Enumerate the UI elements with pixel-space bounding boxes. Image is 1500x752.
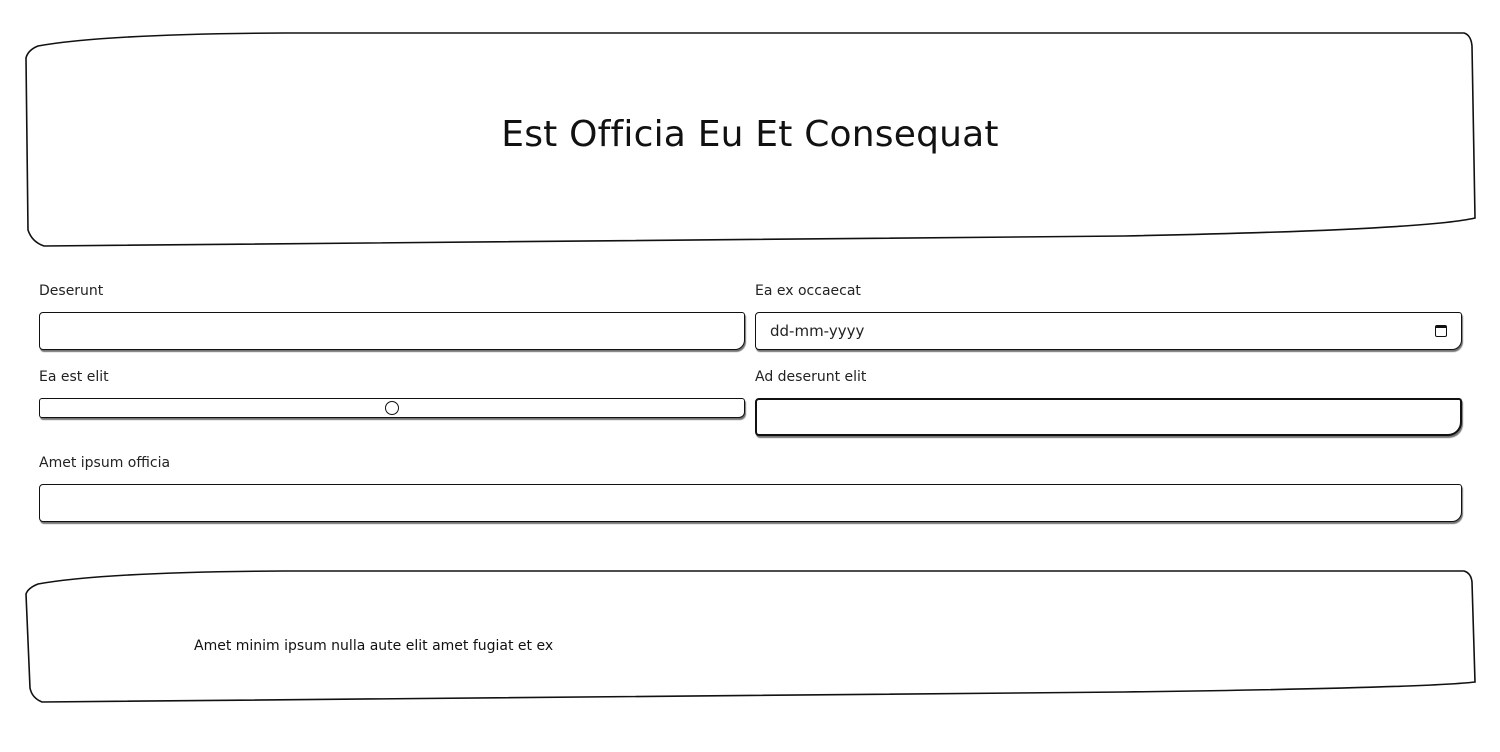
date-placeholder: dd-mm-yyyy: [770, 322, 865, 340]
footer-text: Amet minim ipsum nulla aute elit amet fu…: [194, 638, 554, 654]
range-slider-thumb[interactable]: [385, 401, 399, 415]
page: Est Officia Eu Et Consequat Deserunt Ea …: [0, 0, 1500, 752]
deserunt-label: Deserunt: [39, 283, 104, 299]
header-panel: Est Officia Eu Et Consequat: [24, 32, 1476, 248]
amet-ipsum-officia-input[interactable]: [39, 484, 1462, 522]
deserunt-input[interactable]: [39, 312, 745, 350]
date-input[interactable]: dd-mm-yyyy: [755, 312, 1462, 350]
calendar-icon[interactable]: [1435, 325, 1447, 337]
footer-panel: Amet minim ipsum nulla aute elit amet fu…: [24, 570, 1476, 704]
footer-sketch-border: [25, 570, 1476, 703]
ea-est-elit-label: Ea est elit: [39, 369, 109, 385]
amet-ipsum-officia-label: Amet ipsum officia: [39, 455, 171, 471]
ea-ex-occaecat-label: Ea ex occaecat: [755, 283, 861, 299]
ad-deserunt-elit-input[interactable]: [755, 398, 1462, 436]
page-title: Est Officia Eu Et Consequat: [501, 114, 999, 155]
ad-deserunt-elit-label: Ad deserunt elit: [755, 369, 867, 385]
